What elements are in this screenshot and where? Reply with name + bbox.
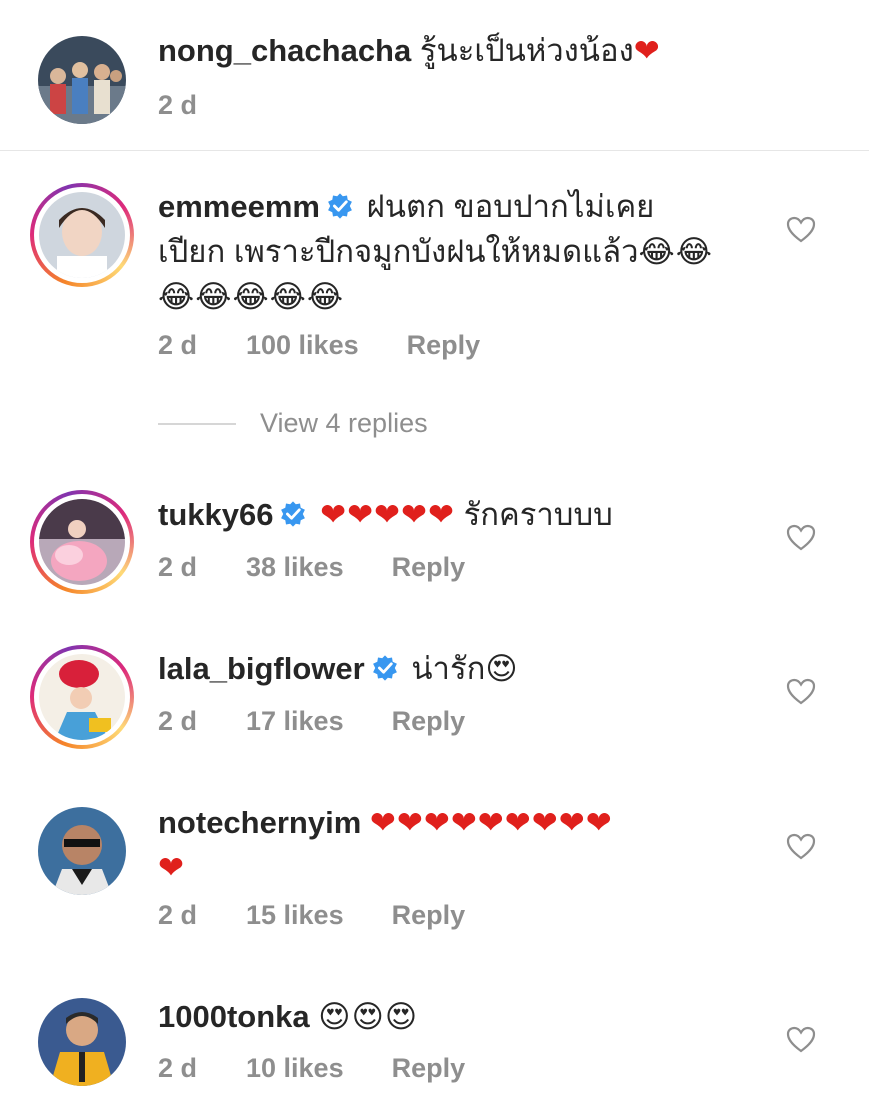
username[interactable]: nong_chachacha — [158, 33, 411, 68]
likes-count[interactable]: 15 likes — [246, 900, 344, 931]
username[interactable]: notechernyim — [158, 805, 361, 840]
avatar[interactable] — [30, 490, 134, 594]
divider — [0, 150, 869, 151]
comment-meta: 2 d 100 likes Reply — [158, 330, 480, 361]
comment-meta: 2 d 10 likes Reply — [158, 1053, 465, 1084]
comment-text: รู้นะเป็นห่วงน้อง — [419, 33, 634, 68]
reply-button[interactable]: Reply — [392, 900, 466, 931]
laugh-emoji-row: 😂😂😂😂😂 — [158, 279, 345, 314]
comment-text: ฝนตก ขอบปากไม่เคย — [366, 189, 655, 224]
replies-line — [158, 422, 236, 425]
username[interactable]: tukky66 — [158, 497, 273, 532]
comment-text-2: เปียก เพราะปีกจมูกบังฝนให้หมดแล้ว — [158, 234, 639, 269]
heart-outline-icon[interactable] — [786, 678, 816, 706]
comment-body: tukky66 ❤❤❤❤❤ รักคราบบบ — [158, 492, 778, 537]
comment-meta: 2 d 15 likes Reply — [158, 900, 465, 931]
reply-button[interactable]: Reply — [392, 706, 466, 737]
username[interactable]: lala_bigflower — [158, 651, 365, 686]
heart-emoji: ❤ — [633, 33, 660, 68]
heart-emoji-row: ❤❤❤❤❤❤❤❤❤ — [369, 805, 613, 840]
timestamp: 2 d — [158, 330, 198, 360]
heart-emoji-row: ❤❤❤❤❤ — [320, 497, 455, 532]
heart-outline-icon[interactable] — [786, 524, 816, 552]
comment-text: น่ารัก — [411, 651, 486, 686]
comment-body: emmeemm ฝนตก ขอบปากไม่เคย เปียก เพราะปีก… — [158, 184, 778, 319]
avatar[interactable] — [30, 990, 134, 1094]
timestamp: 2 d — [158, 1053, 198, 1083]
likes-count[interactable]: 38 likes — [246, 552, 344, 583]
heart-outline-icon[interactable] — [786, 216, 816, 244]
heart-eyes-emoji: 😍 — [485, 651, 518, 686]
comment-body: lala_bigflower น่ารัก😍 — [158, 646, 778, 691]
heart-emoji: ❤ — [158, 850, 184, 885]
heart-eyes-emoji-row: 😍😍😍 — [318, 999, 419, 1034]
timestamp: 2 d — [158, 900, 198, 930]
likes-count[interactable]: 17 likes — [246, 706, 344, 737]
view-replies-button[interactable]: View 4 replies — [158, 408, 428, 439]
heart-outline-icon[interactable] — [786, 833, 816, 861]
reply-button[interactable]: Reply — [392, 552, 466, 583]
likes-count[interactable]: 10 likes — [246, 1053, 344, 1084]
comment-body: nong_chachacha รู้นะเป็นห่วงน้อง❤ — [158, 28, 778, 73]
avatar[interactable] — [30, 28, 134, 132]
timestamp: 2 d — [158, 90, 198, 120]
comment-body: 1000tonka 😍😍😍 — [158, 994, 778, 1039]
comment-body: notechernyim ❤❤❤❤❤❤❤❤❤ ❤ — [158, 800, 778, 890]
comment-text: รักคราบบบ — [463, 497, 613, 532]
username[interactable]: emmeemm — [158, 189, 320, 224]
avatar[interactable] — [30, 183, 134, 287]
avatar[interactable] — [30, 799, 134, 903]
avatar[interactable] — [30, 645, 134, 749]
laugh-emoji: 😂😂 — [638, 234, 713, 269]
verified-badge-icon — [281, 501, 306, 527]
username[interactable]: 1000tonka — [158, 999, 310, 1034]
reply-button[interactable]: Reply — [407, 330, 481, 361]
verified-badge-icon — [328, 193, 352, 219]
verified-badge-icon — [372, 655, 397, 681]
comment-meta: 2 d 17 likes Reply — [158, 706, 465, 737]
likes-count[interactable]: 100 likes — [246, 330, 359, 361]
timestamp: 2 d — [158, 706, 198, 736]
comment-meta: 2 d — [158, 90, 246, 121]
timestamp: 2 d — [158, 552, 198, 582]
reply-button[interactable]: Reply — [392, 1053, 466, 1084]
comment-meta: 2 d 38 likes Reply — [158, 552, 465, 583]
heart-outline-icon[interactable] — [786, 1026, 816, 1054]
view-replies-label[interactable]: View 4 replies — [260, 408, 428, 439]
